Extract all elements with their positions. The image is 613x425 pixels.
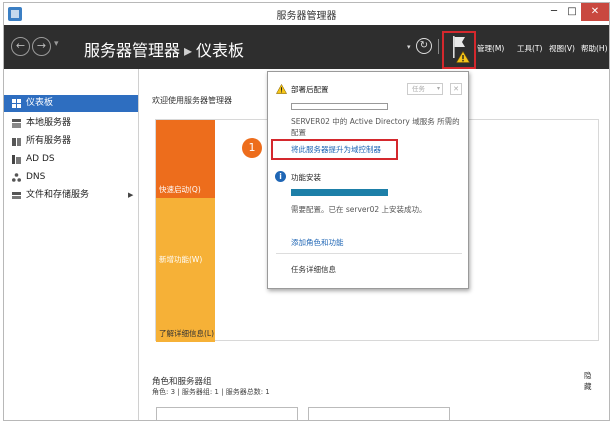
tab-quickstart[interactable]: 快速启动(Q): [156, 120, 215, 198]
server-manager-window: 服务器管理器 ─ □ ✕ ← → ▾ 服务器管理器 ▸ 仪表板 ▾ ↻ 管理(M) …: [3, 2, 610, 421]
tile-label: 新增功能(W): [159, 255, 203, 264]
sidebar-item-ad-ds[interactable]: AD DS: [4, 151, 138, 168]
add-roles-features-link[interactable]: 添加角色和功能: [291, 237, 344, 248]
promote-domain-controller-link[interactable]: 将此服务器提升为域控制器: [291, 144, 381, 155]
sidebar-item-dns[interactable]: DNS: [4, 169, 138, 186]
refresh-dropdown-icon[interactable]: ▾: [407, 43, 411, 51]
local-server-icon: [12, 119, 21, 128]
sidebar-item-label: AD DS: [26, 154, 55, 164]
dashboard-icon: [12, 99, 21, 108]
deploy-config-title: 部署后配置: [291, 85, 329, 94]
deploy-progress-bar: [291, 103, 388, 110]
breadcrumb-current: 仪表板: [196, 41, 245, 60]
back-button[interactable]: ←: [11, 37, 30, 56]
maximize-button[interactable]: □: [562, 3, 582, 21]
sidebar-item-label: 文件和存储服务: [26, 190, 90, 200]
role-card[interactable]: [156, 407, 298, 420]
notification-divider: [276, 253, 462, 254]
info-icon: i: [275, 171, 286, 182]
tab-whats-new[interactable]: 新增功能(W): [156, 198, 215, 268]
sidebar-item-file-storage[interactable]: 文件和存储服务 ▶: [4, 187, 138, 204]
tile-label: 快速启动(Q): [159, 185, 201, 194]
sidebar-item-label: 所有服务器: [26, 136, 72, 146]
sidebar-item-all-servers[interactable]: 所有服务器: [4, 133, 138, 150]
deploy-message: SERVER02 中的 Active Directory 域服务 所需的配置: [291, 117, 460, 137]
forward-button[interactable]: →: [32, 37, 51, 56]
chevron-down-icon[interactable]: ▾: [54, 39, 59, 49]
close-window-button[interactable]: ✕: [581, 3, 609, 21]
expand-arrow-icon[interactable]: ▶: [128, 187, 133, 204]
welcome-title: 欢迎使用服务器管理器: [152, 96, 232, 105]
sidebar-item-label: 本地服务器: [26, 118, 72, 128]
feature-install-title: 功能安装: [291, 173, 321, 182]
breadcrumb-separator: ▸: [184, 41, 193, 60]
menu-tools[interactable]: 工具(T): [517, 43, 542, 54]
close-icon[interactable]: ✕: [450, 83, 462, 95]
tile-label: 了解详细信息(L): [159, 329, 215, 338]
sidebar-item-local-server[interactable]: 本地服务器: [4, 115, 138, 132]
window-title: 服务器管理器: [276, 11, 337, 22]
sidebar-item-label: 仪表板: [26, 98, 54, 108]
header-divider: [438, 39, 439, 54]
task-details-link[interactable]: 任务详细信息: [291, 264, 336, 275]
menu-manage[interactable]: 管理(M): [477, 43, 504, 54]
minimize-button[interactable]: ─: [544, 3, 564, 21]
role-card[interactable]: [308, 407, 450, 420]
refresh-icon[interactable]: ↻: [416, 38, 432, 54]
ad-ds-icon: [12, 155, 21, 164]
menu-help[interactable]: 帮助(H): [581, 43, 608, 54]
breadcrumb: 服务器管理器 ▸ 仪表板: [84, 37, 244, 61]
warning-icon: [276, 84, 287, 94]
menu-view[interactable]: 视图(V): [549, 43, 575, 54]
roles-summary: 角色: 3 | 服务器组: 1 | 服务器总数: 1: [152, 388, 270, 396]
step-number-badge: 1: [242, 138, 262, 158]
title-bar: 服务器管理器 ─ □ ✕: [4, 3, 609, 25]
notification-panel: 部署后配置 任务 ✕ SERVER02 中的 Active Directory …: [267, 71, 469, 289]
flag-highlight-box: [442, 31, 476, 69]
sidebar-item-dashboard[interactable]: 仪表板: [4, 95, 138, 112]
hide-link[interactable]: 隐藏: [584, 370, 598, 392]
roles-section-title: 角色和服务器组: [152, 377, 212, 387]
install-message: 需要配置。已在 server02 上安装成功。: [291, 205, 427, 214]
file-storage-icon: [12, 192, 21, 199]
sidebar: 仪表板 本地服务器 所有服务器 AD DS DNS 文件和存储服务 ▶: [4, 69, 139, 420]
breadcrumb-root[interactable]: 服务器管理器: [84, 41, 180, 60]
all-servers-icon: [12, 138, 21, 146]
sidebar-item-label: DNS: [26, 172, 46, 182]
dns-icon: [12, 173, 21, 182]
header-bar: ← → ▾ 服务器管理器 ▸ 仪表板 ▾ ↻ 管理(M) 工具(T) 视图(V) 帮…: [4, 25, 609, 69]
tab-learn-more[interactable]: 了解详细信息(L): [156, 268, 215, 342]
install-progress-bar: [291, 189, 388, 196]
task-button[interactable]: 任务: [407, 83, 443, 95]
